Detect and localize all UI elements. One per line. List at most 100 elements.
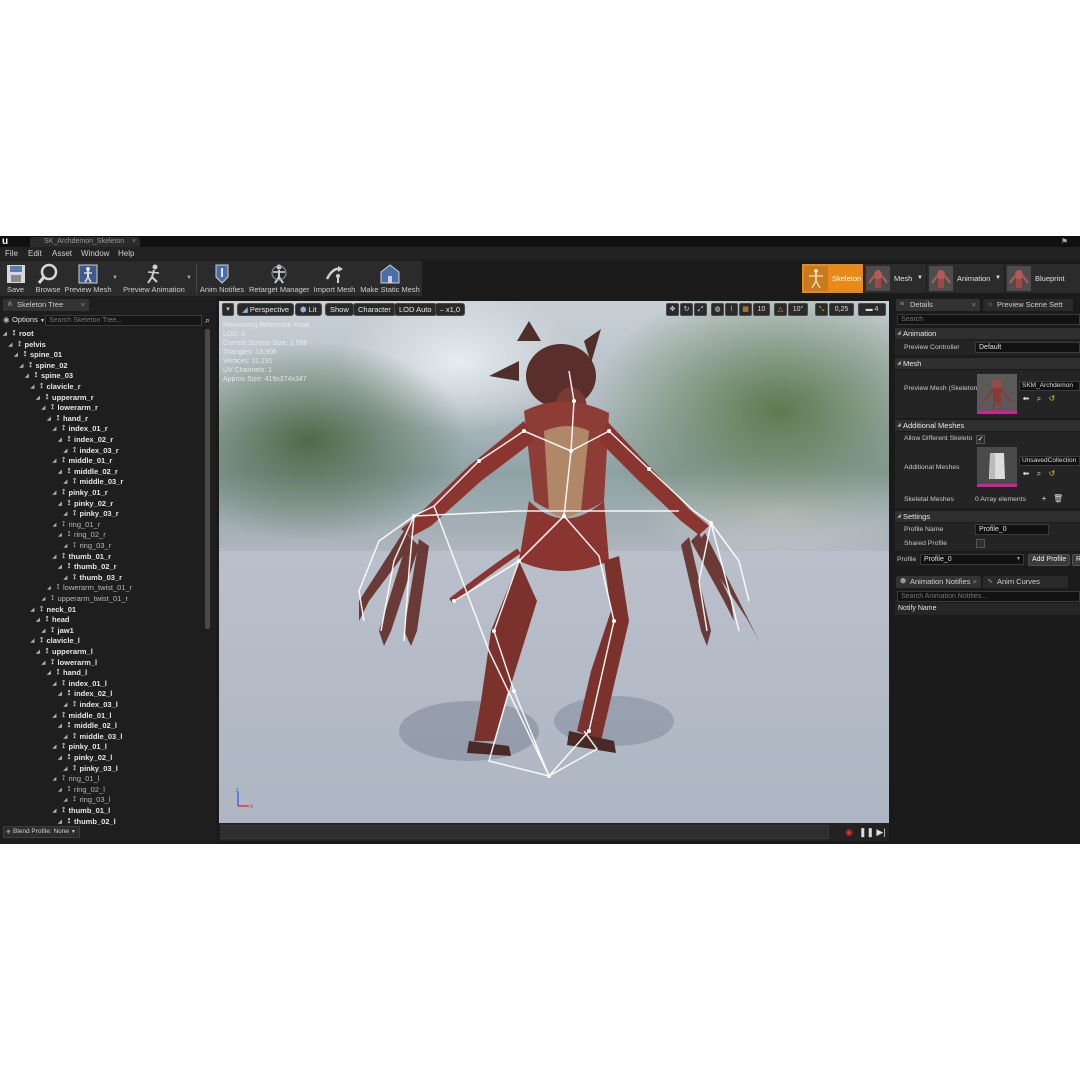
bone-row[interactable]: ◢ ⟟ ring_02_l	[58, 785, 105, 796]
menu-edit[interactable]: Edit	[28, 247, 42, 260]
bone-row[interactable]: ◢ ⟟ middle_01_l	[53, 711, 112, 722]
rotate-icon[interactable]: ↻	[680, 303, 693, 316]
bone-row[interactable]: ◢ ⟟ middle_03_r	[64, 477, 124, 488]
browse-asset-icon[interactable]: ⌕	[1034, 469, 1044, 479]
bone-row[interactable]: ◢ ⟟ thumb_01_l	[53, 806, 111, 817]
bone-row[interactable]: ◢ ⟟ upperarm_r	[36, 393, 94, 404]
mode-mesh-button[interactable]: Mesh ▼	[864, 264, 926, 293]
add-profile-button[interactable]: Add Profile	[1028, 554, 1071, 566]
bone-row[interactable]: ◢ ⟟ thumb_01_r	[53, 552, 112, 563]
anim-notifies-button[interactable]: Anim Notifies	[199, 261, 245, 296]
preview-mesh-dropdown-icon[interactable]: ▼	[112, 275, 118, 281]
tree-scrollbar[interactable]	[205, 329, 210, 629]
profile-dropdown[interactable]: Profile_0 ▼	[920, 554, 1024, 565]
bone-row[interactable]: ◢ ⟟ head	[36, 615, 70, 626]
show-button[interactable]: Show	[325, 303, 354, 316]
mode-animation-button[interactable]: Animation ▼	[927, 264, 1004, 293]
bone-row[interactable]: ◢ ⟟ root	[3, 329, 34, 340]
blend-profile-dropdown[interactable]: ◈ Blend Profile: None ▼	[3, 826, 80, 838]
scale-snap-icon[interactable]: ⤡	[815, 303, 828, 316]
bone-row[interactable]: ◢ ⟟ spine_02	[20, 361, 68, 372]
bone-row[interactable]: ◢ ⟟ index_02_r	[58, 435, 113, 446]
close-notifies-icon[interactable]: ×	[973, 576, 977, 588]
menu-file[interactable]: File	[5, 247, 18, 260]
bone-row[interactable]: ◢ ⟟ pelvis	[9, 340, 46, 351]
preview-mesh-asset-field[interactable]: SKM_Archdemon	[1019, 381, 1080, 391]
bone-row[interactable]: ◢ ⟟ thumb_02_r	[58, 562, 117, 573]
bone-row[interactable]: ◢ ⟟ index_01_l	[53, 679, 107, 690]
details-search-input[interactable]	[897, 314, 1080, 325]
skeleton-tree-tab[interactable]: ⋔ Skeleton Tree ×	[3, 299, 89, 311]
skeleton-tree-search-input[interactable]	[45, 315, 202, 326]
play-forward-icon[interactable]: ▶|	[875, 826, 887, 838]
bone-row[interactable]: ◢ ⟟ pinky_02_r	[58, 499, 113, 510]
mode-animation-dropdown-icon[interactable]: ▼	[995, 264, 1001, 293]
rotation-snap-value[interactable]: 10°	[788, 303, 808, 316]
mesh-category[interactable]: ◢ Mesh	[895, 358, 1080, 369]
retarget-manager-button[interactable]: Retarget Manager	[249, 261, 309, 296]
allow-different-skeletons-checkbox[interactable]: ✓	[976, 435, 985, 444]
mode-mesh-dropdown-icon[interactable]: ▼	[917, 264, 923, 293]
bone-row[interactable]: ◢ ⟟ pinky_01_l	[53, 742, 107, 753]
additional-meshes-thumbnail[interactable]	[977, 447, 1017, 487]
bone-row[interactable]: ◢ ⟟ spine_01	[14, 350, 62, 361]
lit-button[interactable]: ⬢ Lit	[295, 303, 322, 316]
perspective-button[interactable]: ◢ Perspective	[237, 303, 295, 316]
bone-row[interactable]: ◢ ⟟ ring_01_l	[53, 774, 100, 785]
bone-row[interactable]: ◢ ⟟ spine_03	[25, 371, 73, 382]
options-dropdown[interactable]: ◉ Options ▼	[3, 314, 45, 326]
preview-viewport[interactable]: ▾ ◢ Perspective ⬢ Lit Show Character LOD…	[219, 301, 889, 823]
translate-icon[interactable]: ✥	[666, 303, 679, 316]
bone-row[interactable]: ◢ ⟟ pinky_01_r	[53, 488, 108, 499]
bone-row[interactable]: ◢ ⟟ middle_01_r	[53, 456, 113, 467]
bone-row[interactable]: ◢ ⟟ pinky_02_l	[58, 753, 112, 764]
world-local-icon[interactable]: ◍	[711, 303, 724, 316]
surface-snap-icon[interactable]: ⌇	[725, 303, 738, 316]
bone-row[interactable]: ◢ ⟟ upperarm_twist_01_r	[42, 594, 128, 605]
bone-row[interactable]: ◢ ⟟ thumb_03_r	[64, 573, 123, 584]
delete-elements-icon[interactable]: 🗑	[1053, 494, 1063, 504]
bone-row[interactable]: ◢ ⟟ middle_02_r	[58, 467, 118, 478]
close-tab-icon[interactable]: ×	[132, 237, 136, 247]
bone-row[interactable]: ◢ ⟟ upperarm_l	[36, 647, 93, 658]
bone-row[interactable]: ◢ ⟟ thumb_02_l	[58, 817, 116, 825]
bone-row[interactable]: ◢ ⟟ ring_03_r	[64, 541, 112, 552]
scale-icon[interactable]: ⤢	[694, 303, 707, 316]
preview-animation-button[interactable]: Preview Animation	[122, 261, 186, 296]
lod-button[interactable]: LOD Auto	[394, 303, 437, 316]
bone-row[interactable]: ◢ ⟟ ring_01_r	[53, 520, 101, 531]
animation-notifies-tab[interactable]: ⬢ Animation Notifies ×	[896, 576, 981, 588]
preview-mesh-button[interactable]: Preview Mesh	[64, 261, 112, 296]
mode-blueprint-button[interactable]: Blueprint	[1005, 264, 1080, 293]
grid-size-value[interactable]: 10	[753, 303, 770, 316]
save-button[interactable]: Save	[3, 261, 28, 296]
viewport-options-dropdown[interactable]: ▾	[222, 303, 234, 316]
browse-button[interactable]: Browse	[33, 261, 63, 296]
menu-window[interactable]: Window	[81, 247, 109, 260]
bone-row[interactable]: ◢ ⟟ hand_l	[47, 668, 87, 679]
bone-row[interactable]: ◢ ⟟ lowerarm_l	[42, 658, 98, 669]
bone-row[interactable]: ◢ ⟟ ring_03_l	[64, 795, 111, 806]
notifies-search-input[interactable]	[897, 591, 1080, 602]
preview-mesh-thumbnail[interactable]	[977, 374, 1017, 414]
anim-curves-tab[interactable]: ∿ Anim Curves	[983, 576, 1068, 588]
menu-asset[interactable]: Asset	[52, 247, 72, 260]
playback-speed-button[interactable]: ⎯ x1,0	[435, 303, 466, 316]
remove-profile-button[interactable]: R	[1072, 554, 1080, 566]
document-tab[interactable]: SK_Archdemon_Skeleton ×	[30, 237, 140, 247]
preview-animation-dropdown-icon[interactable]: ▼	[186, 275, 192, 281]
record-icon[interactable]: ◉	[843, 826, 855, 838]
import-mesh-button[interactable]: Import Mesh	[313, 261, 356, 296]
bone-row[interactable]: ◢ ⟟ neck_01	[31, 605, 77, 616]
preview-scene-settings-tab[interactable]: ☼ Preview Scene Sett	[983, 299, 1073, 311]
bone-row[interactable]: ◢ ⟟ clavicle_l	[31, 636, 80, 647]
details-tab[interactable]: ≡ Details ×	[896, 299, 980, 311]
profile-name-input[interactable]: Profile_0	[975, 524, 1049, 535]
rotation-snap-icon[interactable]: △	[774, 303, 787, 316]
reset-icon[interactable]: ↺	[1047, 394, 1057, 404]
use-selected-icon[interactable]: ⬅	[1021, 469, 1031, 479]
search-icon[interactable]: ⌕	[202, 314, 213, 326]
camera-speed-button[interactable]: ▬ 4	[858, 303, 886, 316]
grid-snap-icon[interactable]: ▦	[739, 303, 752, 316]
scale-snap-value[interactable]: 0,25	[829, 303, 854, 316]
